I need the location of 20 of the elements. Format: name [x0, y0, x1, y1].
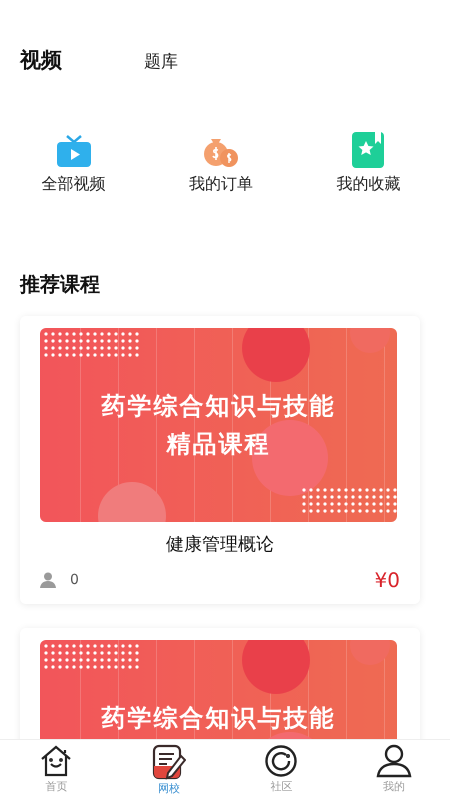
notepad-pencil-icon[interactable]	[152, 744, 186, 780]
cover-title: 药学综合知识与技能	[100, 391, 336, 422]
circle-icon[interactable]	[264, 744, 298, 778]
learner-count: 0	[70, 572, 80, 588]
cover-title: 药学综合知识与技能	[100, 703, 336, 734]
nav-tab[interactable]: 网校	[158, 781, 180, 796]
tv-icon	[56, 134, 92, 168]
tab[interactable]: 视频	[20, 46, 144, 74]
course-price: ¥0	[374, 568, 400, 592]
tab[interactable]: 题库	[144, 50, 268, 73]
cover-title: 精品课程	[165, 429, 272, 460]
house-icon[interactable]	[39, 744, 74, 778]
course-title[interactable]: 健康管理概论	[40, 532, 400, 556]
money-bags-icon	[202, 136, 240, 168]
shortcut-link[interactable]: 我的订单	[188, 174, 253, 195]
shortcut-link[interactable]: 我的收藏	[336, 174, 400, 195]
section-title: 推荐课程	[20, 272, 100, 296]
shortcut-link[interactable]: 全部视频	[42, 174, 106, 195]
person-icon	[40, 572, 56, 588]
person-icon[interactable]	[376, 744, 412, 778]
